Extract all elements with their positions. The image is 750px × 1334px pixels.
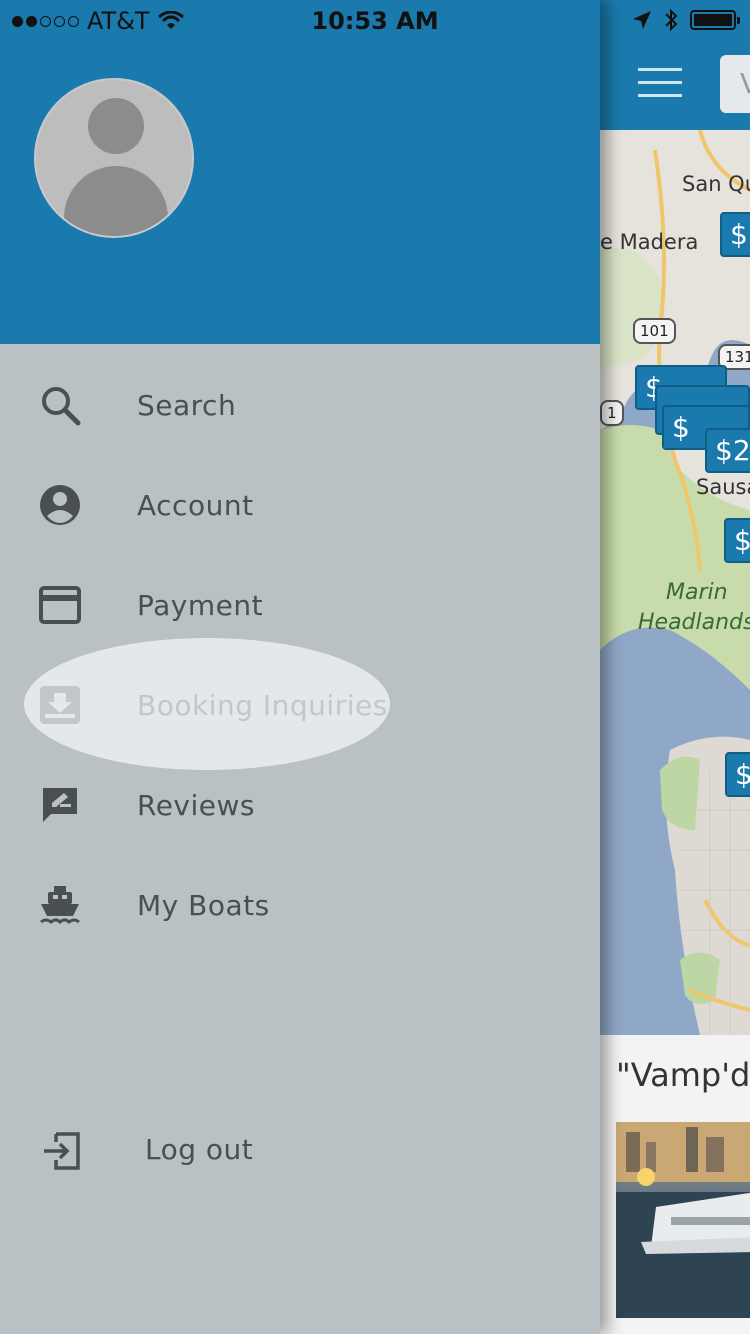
map-view[interactable]: San Qu e Madera Sausa Marin Headlands 10… xyxy=(600,130,750,1035)
avatar-head xyxy=(88,98,144,154)
price-pin[interactable]: $2 xyxy=(705,428,750,473)
menu-item-search[interactable]: Search xyxy=(0,355,600,455)
menu-item-label: Booking Inquiries xyxy=(137,688,388,722)
highway-shield: 101 xyxy=(633,318,676,344)
menu-item-label: Search xyxy=(137,388,237,422)
logout-label: Log out xyxy=(145,1133,254,1166)
inbox-download-icon xyxy=(38,683,82,727)
search-icon xyxy=(38,383,82,427)
highway-shield: 1 xyxy=(600,400,624,426)
map-label: Headlands xyxy=(638,610,750,635)
menu-item-payment[interactable]: Payment xyxy=(0,555,600,655)
price-pin[interactable]: $ xyxy=(724,518,750,563)
avatar-body xyxy=(64,166,168,236)
map-label: Sausa xyxy=(696,475,750,499)
logout-button[interactable]: Log out xyxy=(0,1101,600,1201)
menu-item-booking-inquiries[interactable]: Booking Inquiries xyxy=(0,655,600,755)
avatar[interactable] xyxy=(34,78,194,238)
boat-photo-image xyxy=(616,1122,750,1318)
credit-card-icon xyxy=(38,583,82,627)
menu-item-my-boats[interactable]: My Boats xyxy=(0,855,600,955)
rate-review-icon xyxy=(38,783,82,827)
main-screen[interactable]: V San Qu e Madera xyxy=(600,0,750,1334)
map-label: Marin xyxy=(666,580,728,605)
listing-photo[interactable] xyxy=(616,1122,750,1318)
price-pin[interactable]: $ xyxy=(720,212,750,257)
map-label: e Madera xyxy=(600,230,699,254)
boat-icon xyxy=(38,883,82,927)
hamburger-menu-icon[interactable] xyxy=(638,68,682,98)
status-bar: AT&T 10:53 AM xyxy=(0,0,750,40)
menu-item-label: Account xyxy=(137,488,254,522)
map-label: San Qu xyxy=(682,172,750,196)
navigation-drawer: Search Account Payment Booking Inquiries… xyxy=(0,0,600,1334)
price-pin[interactable]: $ xyxy=(725,752,750,797)
battery-icon xyxy=(690,10,740,30)
logout-icon xyxy=(42,1131,86,1175)
menu-item-label: My Boats xyxy=(137,888,270,922)
menu-item-account[interactable]: Account xyxy=(0,455,600,555)
account-circle-icon xyxy=(38,483,82,527)
listing-title[interactable]: "Vamp'd" xyxy=(616,1056,750,1094)
menu-item-reviews[interactable]: Reviews xyxy=(0,755,600,855)
menu-item-label: Reviews xyxy=(137,788,255,822)
location-arrow-icon xyxy=(633,11,651,29)
search-input[interactable]: V xyxy=(720,55,750,113)
bluetooth-icon xyxy=(665,8,678,32)
menu-item-label: Payment xyxy=(137,588,264,622)
drawer-header xyxy=(0,0,600,344)
